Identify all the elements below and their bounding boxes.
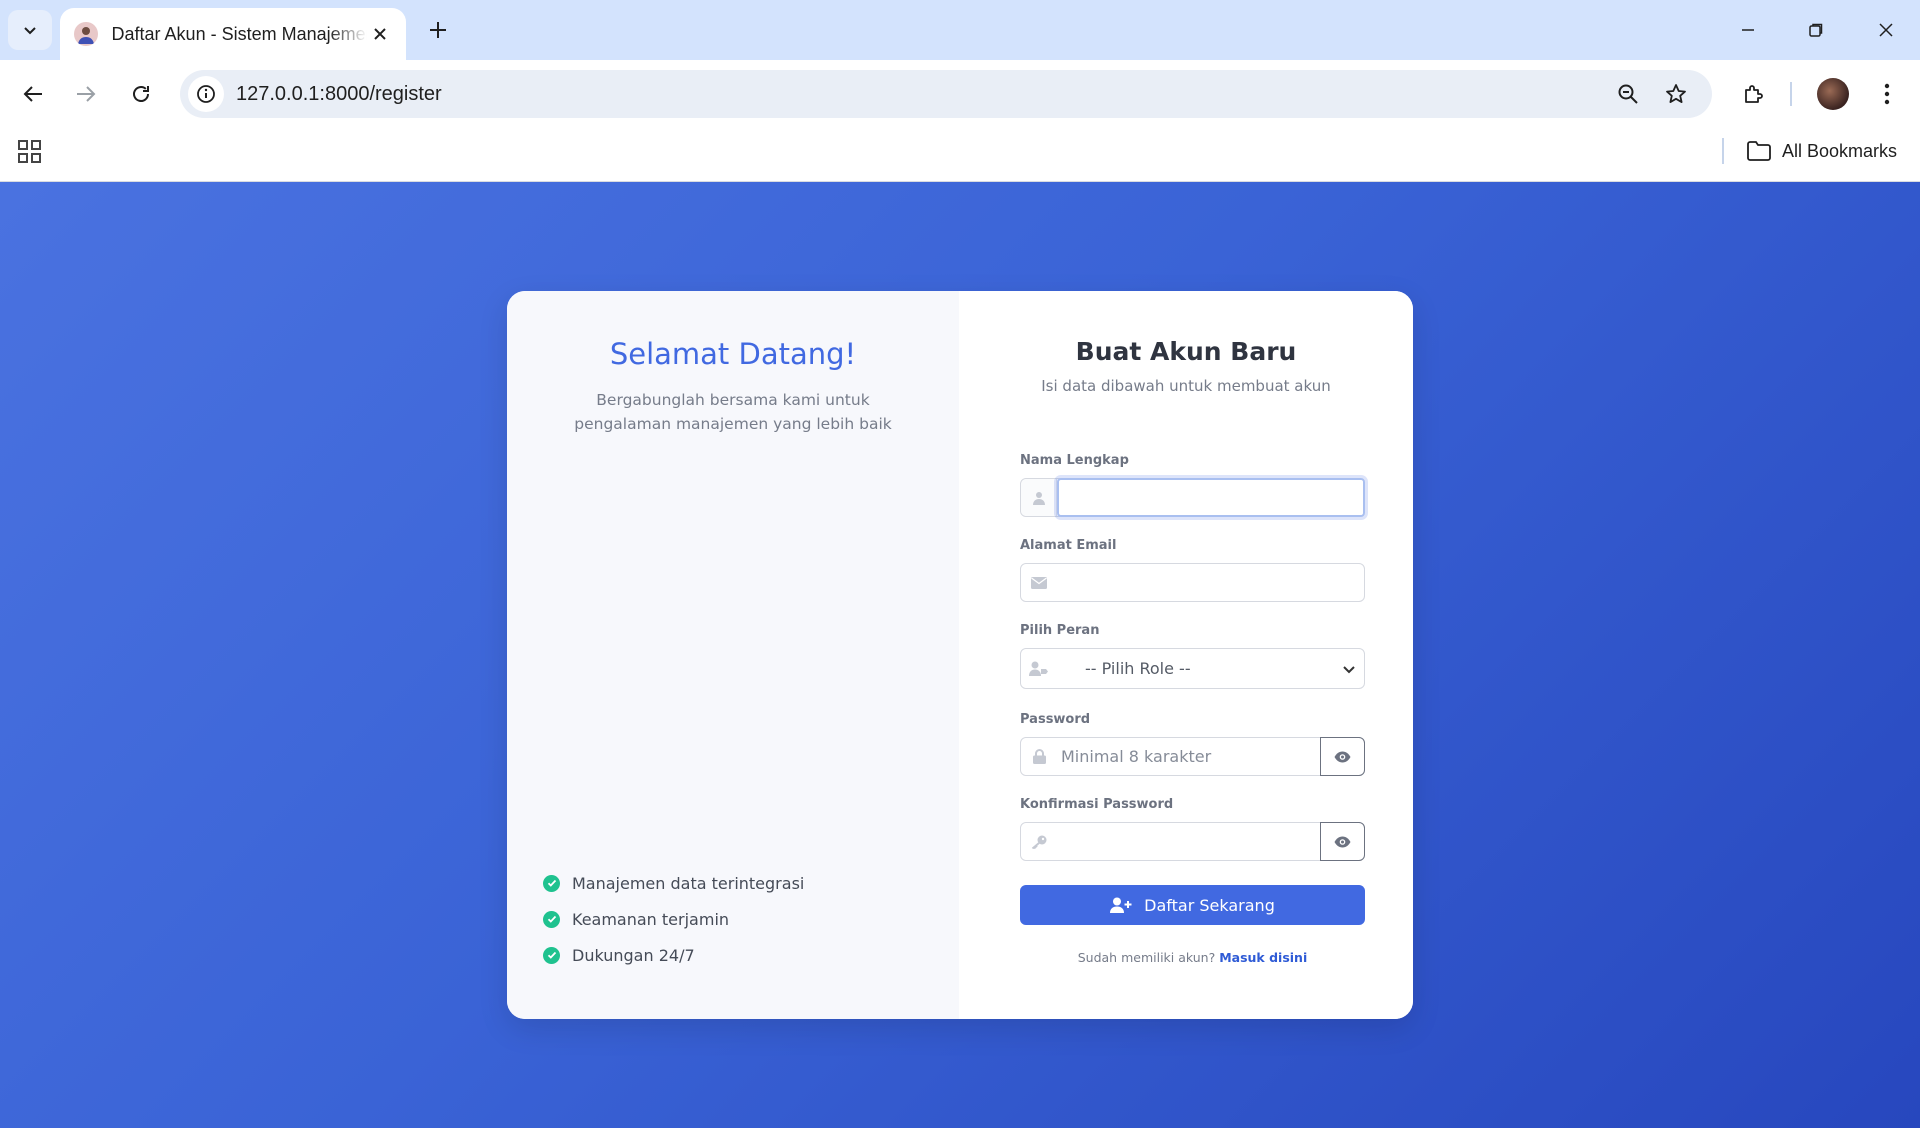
plus-icon [430, 22, 446, 38]
tab-title: Daftar Akun - Sistem Manajemen [111, 23, 367, 44]
tab-search-button[interactable] [8, 10, 52, 50]
close-window-button[interactable] [1862, 10, 1910, 50]
new-tab-button[interactable] [420, 12, 456, 48]
all-bookmarks-button[interactable]: All Bookmarks [1746, 136, 1897, 166]
star-icon [1666, 84, 1686, 103]
toggle-password-button[interactable] [1320, 737, 1365, 776]
login-link[interactable]: Masuk disini [1219, 950, 1307, 965]
envelope-icon [1021, 564, 1057, 601]
favicon-icon [74, 22, 98, 46]
register-submit-button[interactable]: Daftar Sekarang [1020, 885, 1365, 925]
close-icon [374, 28, 386, 40]
feature-list: Manajemen data terintegrasi Keamanan ter… [543, 865, 804, 973]
login-prompt-line: Sudah memiliki akun? Masuk disini [1020, 950, 1365, 965]
form-title: Buat Akun Baru [1075, 337, 1297, 366]
folder-icon [1747, 141, 1771, 161]
feature-item: Manajemen data terintegrasi [543, 865, 804, 901]
menu-button[interactable] [1867, 74, 1907, 114]
back-button[interactable] [13, 74, 53, 114]
profile-avatar[interactable] [1817, 78, 1849, 110]
page-background: Selamat Datang! Bergabunglah bersama kam… [0, 182, 1920, 1128]
apps-grid-icon[interactable] [16, 138, 44, 166]
feature-text: Manajemen data terintegrasi [572, 873, 805, 893]
password-input[interactable] [1057, 738, 1320, 775]
minimize-button[interactable] [1724, 10, 1772, 50]
forward-button[interactable] [66, 74, 106, 114]
bookmarks-bar: All Bookmarks [0, 128, 1920, 182]
feature-item: Dukungan 24/7 [543, 937, 804, 973]
user-tag-icon [1021, 649, 1057, 688]
confirm-password-input[interactable] [1057, 823, 1320, 860]
restore-icon [1809, 23, 1823, 37]
welcome-subtitle: Bergabunglah bersama kami untuk pengalam… [574, 391, 892, 433]
email-label: Alamat Email [1020, 538, 1117, 553]
tab-strip: Daftar Akun - Sistem Manajemen [0, 0, 1920, 60]
zoom-out-icon [1618, 84, 1638, 104]
register-submit-label: Daftar Sekarang [1144, 895, 1275, 915]
info-icon [197, 85, 215, 103]
email-input[interactable] [1057, 564, 1364, 601]
browser-toolbar: 127.0.0.1:8000/register [0, 60, 1920, 128]
minimize-icon [1742, 29, 1754, 31]
feature-text: Dukungan 24/7 [572, 945, 695, 965]
reload-button[interactable] [121, 74, 161, 114]
restore-button[interactable] [1792, 10, 1840, 50]
address-bar[interactable]: 127.0.0.1:8000/register [180, 70, 1712, 118]
chevron-down-icon [24, 27, 36, 35]
email-field-group [1020, 563, 1365, 602]
feature-item: Keamanan terjamin [543, 901, 804, 937]
feature-text: Keamanan terjamin [572, 909, 730, 929]
toggle-confirm-password-button[interactable] [1320, 822, 1365, 861]
bookmarks-divider [1722, 138, 1724, 164]
welcome-panel: Selamat Datang! Bergabunglah bersama kam… [507, 291, 959, 1019]
arrow-left-icon [23, 86, 42, 102]
user-plus-icon [1110, 897, 1132, 913]
more-vert-icon [1884, 83, 1890, 105]
toolbar-divider [1790, 82, 1792, 106]
site-info-button[interactable] [188, 76, 224, 112]
confirm-password-field-group [1020, 822, 1365, 861]
name-label: Nama Lengkap [1020, 453, 1129, 468]
chevron-down-icon [1334, 649, 1364, 688]
all-bookmarks-label: All Bookmarks [1782, 140, 1898, 161]
zoom-button[interactable] [1612, 78, 1644, 110]
role-label: Pilih Peran [1020, 623, 1100, 638]
role-selected-value: -- Pilih Role -- [1085, 659, 1191, 678]
check-circle-icon [543, 946, 560, 964]
active-tab[interactable]: Daftar Akun - Sistem Manajemen [60, 8, 406, 60]
form-subtitle: Isi data dibawah untuk membuat akun [1041, 377, 1331, 395]
check-circle-icon [543, 874, 560, 892]
eye-icon [1334, 836, 1351, 847]
password-label: Password [1020, 712, 1091, 727]
check-circle-icon [543, 910, 560, 928]
close-icon [1879, 23, 1893, 37]
confirm-password-label: Konfirmasi Password [1020, 797, 1174, 812]
puzzle-icon [1745, 85, 1763, 103]
url-text: 127.0.0.1:8000/register [236, 83, 442, 105]
name-input[interactable] [1057, 478, 1365, 517]
role-select[interactable]: -- Pilih Role -- [1020, 648, 1365, 689]
key-icon [1021, 823, 1057, 860]
login-prompt-text: Sudah memiliki akun? [1077, 950, 1216, 965]
eye-icon [1334, 751, 1351, 762]
tab-close-button[interactable] [367, 20, 394, 48]
name-field-group [1020, 478, 1365, 517]
bookmark-star-button[interactable] [1660, 78, 1692, 110]
arrow-right-icon [77, 86, 96, 102]
extensions-button[interactable] [1734, 74, 1774, 114]
lock-icon [1021, 738, 1057, 775]
password-field-group [1020, 737, 1365, 776]
reload-icon [133, 86, 149, 102]
welcome-title: Selamat Datang! [609, 337, 857, 371]
user-icon [1021, 479, 1057, 516]
